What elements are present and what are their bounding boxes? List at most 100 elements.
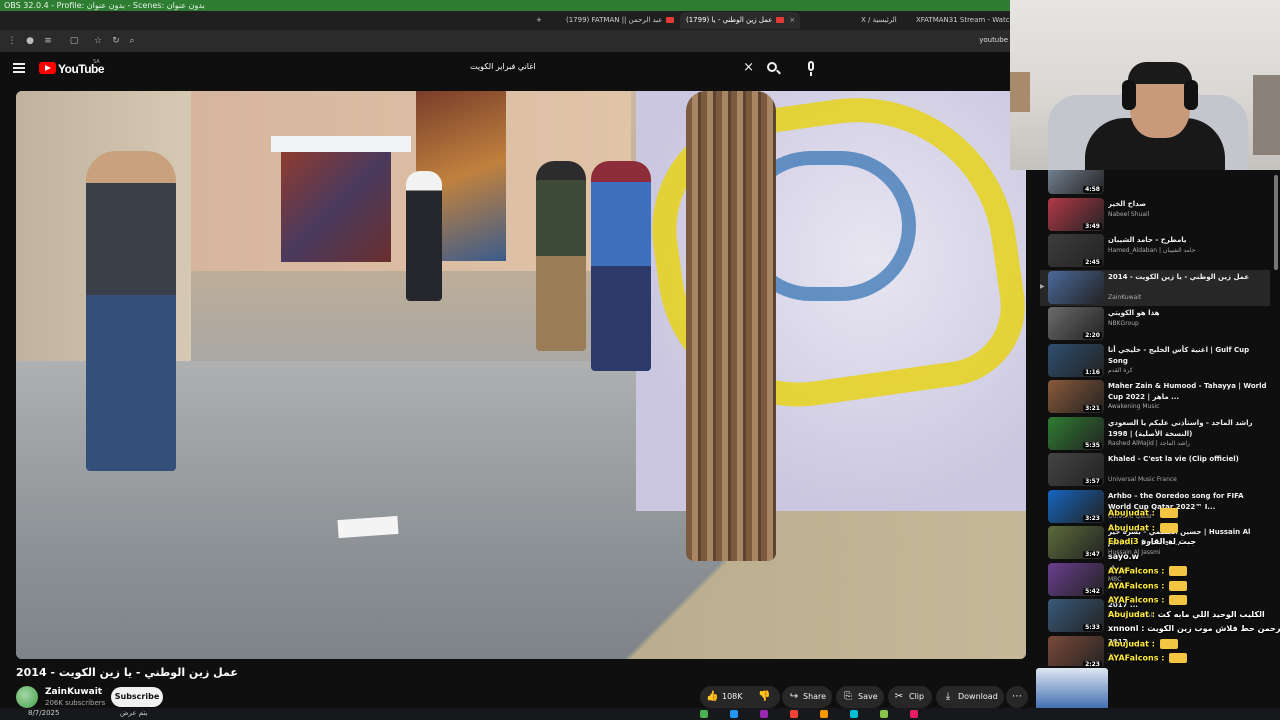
video-thumbnail[interactable]: 3:21	[1048, 380, 1104, 413]
video-thumbnail[interactable]: 5:35	[1048, 416, 1104, 450]
recommended-title[interactable]: Khaled - C'est la vie (Clip officiel)	[1108, 454, 1268, 465]
video-duration: 3:23	[1083, 514, 1102, 522]
share-label: Share	[803, 692, 827, 701]
new-tab-button[interactable]: +	[530, 12, 550, 29]
recommended-channel[interactable]: Rashed AlMajid | راشد الماجد	[1108, 440, 1190, 447]
recommended-video[interactable]: 5:35 راشد الماجد - واستأذني عليكم يا السع…	[1040, 416, 1270, 452]
reload-icon[interactable]: ↻	[110, 35, 122, 47]
video-scene-person	[86, 151, 176, 471]
video-thumbnail[interactable]: 2:20	[1048, 307, 1104, 340]
channel-avatar[interactable]	[16, 686, 38, 708]
recommended-video[interactable]: 2:45 يامطرح - حامد الشيبان Hamed_Aldaban |…	[1040, 233, 1270, 269]
recommended-title[interactable]: هذا هو الكويتي	[1108, 308, 1268, 319]
webcam-overlay	[1010, 0, 1280, 170]
tab-fatman[interactable]: (1799) FATMAN || عبد الرحمن	[560, 12, 678, 29]
video-duration: 4:58	[1083, 186, 1102, 193]
video-thumbnail[interactable]: 2:45	[1048, 234, 1104, 267]
search-small-icon[interactable]: ⌕	[126, 35, 138, 47]
subscribe-button[interactable]: Subscribe	[111, 687, 163, 707]
taskbar-app-icon[interactable]	[760, 710, 768, 718]
save-page-icon[interactable]: ▢	[68, 35, 80, 47]
recommended-video[interactable]: ▶ عمل زين الوطني - يا زين الكويت - 2014 Za…	[1040, 269, 1270, 306]
thumbs-up-icon[interactable]: 👍	[706, 691, 718, 703]
save-button[interactable]: ⎘ Save	[836, 686, 884, 708]
clear-search-icon[interactable]: ×	[743, 60, 754, 75]
video-thumbnail[interactable]: 3:47	[1048, 526, 1104, 559]
recommended-channel[interactable]: Hamed_Aldaban | حامد الشيبان	[1108, 247, 1195, 254]
profile-icon[interactable]: ●	[24, 35, 36, 47]
recommended-video[interactable]: 3:21 Maher Zain & Humood - Tahayya | Worl…	[1040, 379, 1270, 415]
video-thumbnail[interactable]: 1:16	[1048, 343, 1104, 377]
tab-zain-video[interactable]: (1799) عمل زين الوطني - يا ×	[680, 12, 800, 29]
taskbar-app-icon[interactable]	[730, 710, 738, 718]
sidebar-scrollbar[interactable]	[1274, 175, 1278, 270]
tab-x-home[interactable]: X / الرئيسية	[855, 12, 907, 29]
stream-chat-overlay: Abujudat : Abujudat : Ebadi3 جبت له القا…	[1108, 508, 1280, 668]
recommended-title[interactable]: صداح الخير	[1108, 199, 1268, 210]
recommended-title[interactable]: Maher Zain & Humood - Tahayya | World Cu…	[1108, 381, 1268, 403]
download-button[interactable]: ⤓ Download	[936, 686, 1004, 708]
tab-label: (1799) عمل زين الوطني - يا	[686, 16, 773, 24]
bookmark-star-icon[interactable]: ☆	[92, 35, 104, 47]
video-thumbnail[interactable]: 3:23	[1048, 489, 1104, 523]
youtube-logo-icon[interactable]	[39, 62, 56, 74]
video-scene-person	[536, 161, 586, 351]
taskbar-app-icon[interactable]	[910, 710, 918, 718]
taskbar-app-icon[interactable]	[790, 710, 798, 718]
menu-dots-icon[interactable]: ⋮	[6, 35, 18, 47]
webcam-background-lamp	[1010, 72, 1030, 112]
close-tab-icon[interactable]: ×	[789, 16, 795, 24]
recommended-title[interactable]: عمل زين الوطني - يا زين الكويت - 2014	[1108, 272, 1268, 283]
recommended-video[interactable]: 4:58	[1040, 170, 1270, 196]
clip-button[interactable]: ✂ Clip	[888, 686, 932, 708]
recording-icon	[666, 17, 675, 23]
recommended-channel[interactable]: Awakening Music	[1108, 403, 1159, 410]
share-button[interactable]: ↪ Share	[782, 686, 832, 708]
search-box[interactable]: اغاني فبراير الكويت ×	[462, 58, 762, 80]
like-count[interactable]: 108K	[722, 686, 743, 708]
url-text[interactable]: youtube	[979, 36, 1008, 44]
video-thumbnail[interactable]	[1048, 270, 1104, 304]
recommended-channel[interactable]: Universal Music France	[1108, 476, 1177, 483]
chat-text: جبت له القارة	[1141, 537, 1197, 546]
chat-emote-icon	[1169, 653, 1188, 663]
taskbar-app-icon[interactable]	[820, 710, 828, 718]
more-actions-button[interactable]: ⋯	[1006, 686, 1028, 708]
video-thumbnail[interactable]: 3:57	[1048, 453, 1104, 486]
recommended-video[interactable]: 2:20 هذا هو الكويتي NBKGroup	[1040, 306, 1270, 342]
chat-username: Abujudat :	[1108, 508, 1155, 518]
taskbar-app-icon[interactable]	[850, 710, 858, 718]
taskbar-app-icon[interactable]	[880, 710, 888, 718]
tab-label: X / الرئيسية	[861, 16, 897, 24]
video-thumbnail[interactable]: 5:33	[1048, 599, 1104, 632]
video-scene-awning	[271, 136, 411, 152]
video-thumbnail[interactable]: 2:23	[1048, 635, 1104, 666]
search-input[interactable]: اغاني فبراير الكويت	[470, 62, 536, 71]
recommended-channel[interactable]: كرة القدم	[1108, 367, 1133, 374]
extensions-icon[interactable]: ≡	[42, 35, 54, 47]
search-icon[interactable]	[764, 60, 782, 78]
recommended-channel[interactable]: ZainKuwait	[1108, 294, 1141, 301]
hamburger-menu-icon[interactable]	[13, 63, 25, 73]
thumbs-down-icon[interactable]: 👎	[758, 691, 770, 703]
video-thumbnail[interactable]: 5:42	[1048, 562, 1104, 596]
recommended-title[interactable]: يامطرح - حامد الشيبان	[1108, 235, 1268, 246]
recommended-video[interactable]: 3:57 Khaled - C'est la vie (Clip officiel…	[1040, 452, 1270, 488]
recommended-video[interactable]: 3:49 صداح الخير Nabeel Shuail	[1040, 197, 1270, 233]
chat-message: Abujudat :	[1108, 638, 1280, 649]
download-label: Download	[958, 692, 998, 701]
video-thumbnail[interactable]: 4:58	[1048, 170, 1104, 194]
video-thumbnail[interactable]: 3:49	[1048, 197, 1104, 231]
video-player[interactable]	[16, 91, 1026, 659]
recommended-title[interactable]: اغنية كأس الخليج - خليجي أنا | Gulf Cup …	[1108, 345, 1268, 367]
recommended-title[interactable]: راشد الماجد - واستأذني عليكم يا السعودي …	[1108, 418, 1268, 440]
taskbar-app-icon[interactable]	[700, 710, 708, 718]
recommended-video[interactable]: 1:16 اغنية كأس الخليج - خليجي أنا | Gulf …	[1040, 343, 1270, 379]
like-dislike-group: 👍 108K 👎	[700, 686, 780, 708]
recommended-channel[interactable]: NBKGroup	[1108, 320, 1139, 327]
tab-xfatman-stream[interactable]: XFATMAN31 Stream - Watch Li	[910, 12, 1010, 29]
microphone-icon[interactable]	[801, 59, 821, 79]
recommended-channel[interactable]: Nabeel Shuail	[1108, 211, 1149, 218]
taskbar-date: 8/7/2025	[28, 709, 60, 717]
channel-name[interactable]: ZainKuwait	[45, 687, 102, 697]
